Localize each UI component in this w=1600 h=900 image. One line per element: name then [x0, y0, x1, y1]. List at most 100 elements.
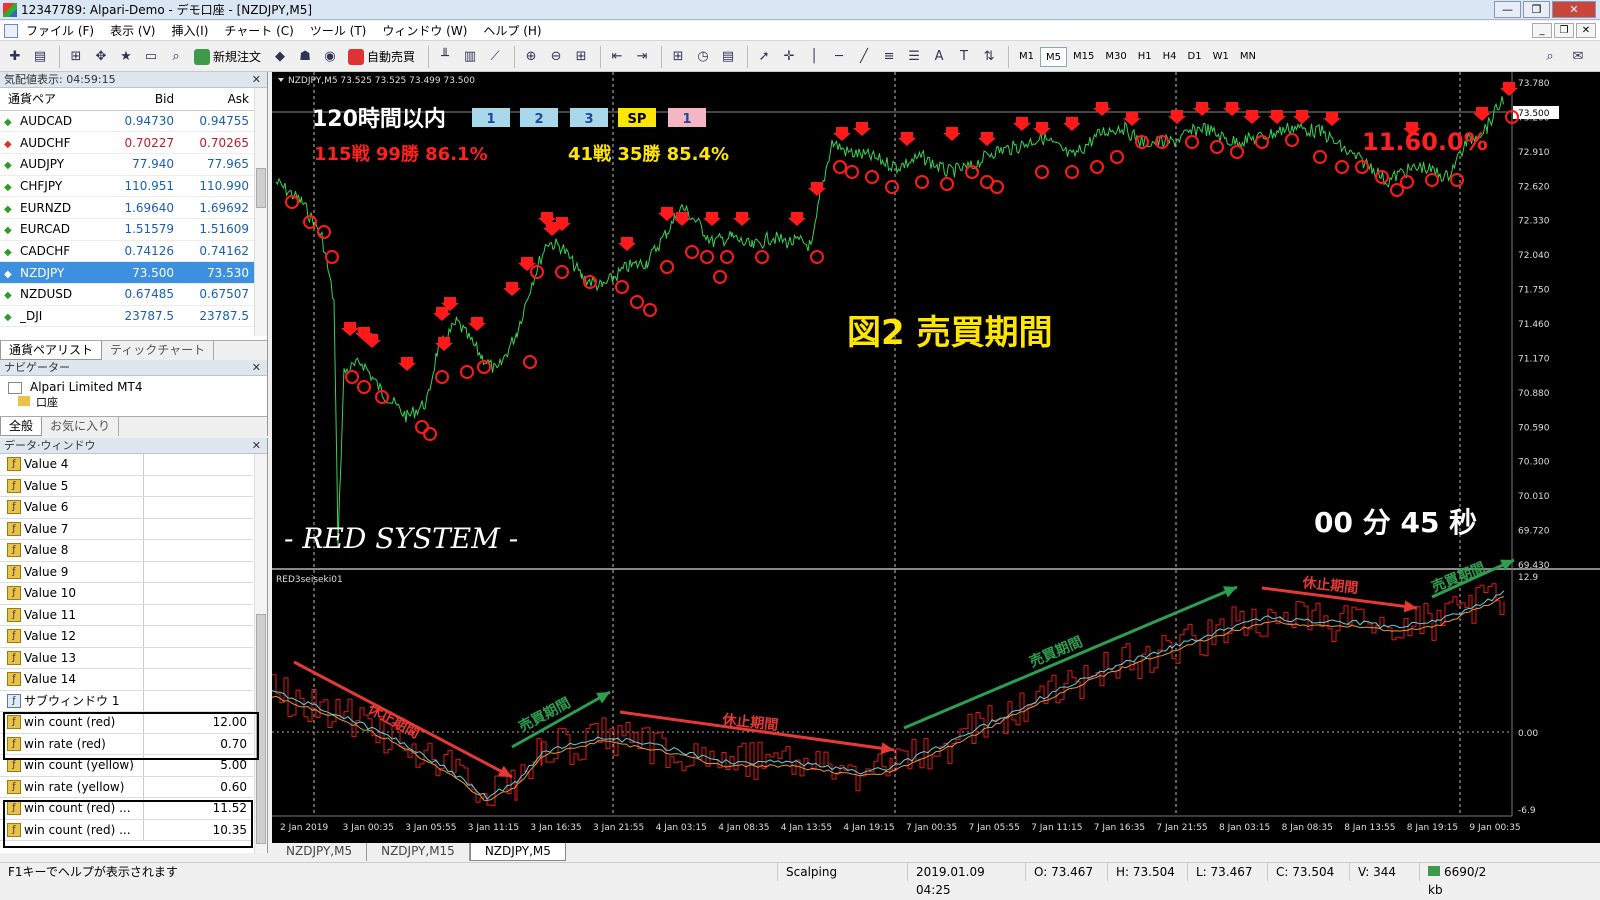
tester-icon[interactable]: ⌕: [165, 46, 187, 68]
tree-accounts[interactable]: 口座: [8, 396, 259, 408]
tf-m5[interactable]: M5: [1040, 46, 1068, 67]
new-chart-icon[interactable]: ✚: [4, 46, 26, 68]
tree-root[interactable]: Alpari Limited MT4: [8, 378, 259, 396]
signals-icon[interactable]: ☗: [294, 46, 316, 68]
sell-signal-icon: [1323, 112, 1341, 126]
col-symbol[interactable]: 通貨ペア: [0, 88, 106, 111]
close-icon[interactable]: ✕: [252, 438, 261, 453]
maximize-button[interactable]: ❐: [1523, 1, 1550, 18]
templates-icon[interactable]: ▤: [717, 46, 739, 68]
new-order-button[interactable]: 新規注文: [190, 46, 265, 68]
vertical-line-icon[interactable]: │: [803, 46, 825, 68]
fibonacci-icon[interactable]: ☰: [903, 46, 925, 68]
text-icon[interactable]: A: [928, 46, 950, 68]
data-window-scrollbar[interactable]: [254, 454, 267, 853]
menu-window[interactable]: ウィンドウ (W): [374, 22, 475, 39]
tf-m30[interactable]: M30: [1100, 47, 1131, 67]
tf-m1[interactable]: M1: [1014, 47, 1039, 67]
zoom-in-icon[interactable]: ⊕: [520, 46, 542, 68]
horizontal-line-icon[interactable]: ─: [828, 46, 850, 68]
table-row[interactable]: ◆ EURCAD 1.51579 1.51609: [0, 218, 255, 241]
terminal-icon[interactable]: ▭: [140, 46, 162, 68]
chart-window[interactable]: 73.78073.20072.91072.62072.33072.04071.7…: [272, 72, 1600, 844]
sell-signal-icon: [898, 132, 916, 146]
data-window-icon[interactable]: ✥: [90, 46, 112, 68]
tf-h4[interactable]: H4: [1158, 47, 1182, 67]
direction-icon: ◆: [4, 268, 12, 280]
close-button[interactable]: ✕: [1552, 1, 1596, 18]
bar-chart-icon[interactable]: ╨: [434, 46, 456, 68]
search-icon[interactable]: ⌕: [1539, 46, 1561, 68]
chart-shift-icon[interactable]: ⇥: [631, 46, 653, 68]
menu-tools[interactable]: ツール (T): [302, 22, 375, 39]
menu-view[interactable]: 表示 (V): [102, 22, 163, 39]
trendline-icon[interactable]: ╱: [853, 46, 875, 68]
tf-d1[interactable]: D1: [1183, 47, 1207, 67]
close-icon[interactable]: ✕: [252, 72, 261, 87]
line-chart-icon[interactable]: ⟋: [484, 46, 506, 68]
table-row[interactable]: ◆ CADCHF 0.74126 0.74162: [0, 240, 255, 263]
arrows-icon[interactable]: ⇅: [978, 46, 1000, 68]
ask-cell: 0.94755: [180, 110, 255, 133]
close-icon[interactable]: ✕: [252, 360, 261, 375]
tile-windows-icon[interactable]: ⊞: [570, 46, 592, 68]
table-row[interactable]: ◆ AUDCAD 0.94730 0.94755: [0, 110, 255, 133]
data-row: ƒ Value 5: [0, 475, 253, 497]
menu-file[interactable]: ファイル (F): [18, 22, 102, 39]
metaeditor-icon[interactable]: ◆: [269, 46, 291, 68]
navigator-icon[interactable]: ★: [115, 46, 137, 68]
col-bid[interactable]: Bid: [105, 88, 181, 111]
periods-icon[interactable]: ◷: [692, 46, 714, 68]
col-ask[interactable]: Ask: [180, 88, 255, 111]
market-watch-icon[interactable]: ⊞: [65, 46, 87, 68]
candle-chart-icon[interactable]: ▥: [459, 46, 481, 68]
buy-exit-circle: [990, 180, 1004, 194]
chart-tab-nzdjpy-m15[interactable]: NZDJPY,M15: [367, 843, 470, 861]
tab-tick-chart[interactable]: ティックチャート: [102, 341, 215, 360]
channel-icon[interactable]: ≡: [878, 46, 900, 68]
cursor-icon[interactable]: ➚: [753, 46, 775, 68]
tab-favorites[interactable]: お気に入り: [42, 417, 120, 436]
price-tick-label: 72.040: [1518, 251, 1550, 261]
vps-icon[interactable]: ◉: [319, 46, 341, 68]
table-row[interactable]: ◆ EURNZD 1.69640 1.69692: [0, 196, 255, 219]
tf-w1[interactable]: W1: [1208, 47, 1234, 67]
zoom-out-icon[interactable]: ⊖: [545, 46, 567, 68]
table-row[interactable]: ◆ _DJI 23787.5 23787.5: [0, 305, 255, 328]
tab-symbols[interactable]: 通貨ペアリスト: [0, 341, 103, 360]
label-icon[interactable]: T: [953, 46, 975, 68]
tf-m15[interactable]: M15: [1068, 47, 1099, 67]
mdi-restore-button[interactable]: ❐: [1554, 23, 1574, 38]
table-row[interactable]: ◆ AUDCHF 0.70227 0.70265: [0, 131, 255, 154]
menu-chart[interactable]: チャート (C): [216, 22, 301, 39]
figure-caption: 図2 売買期間: [847, 313, 1053, 353]
indicators-icon[interactable]: ⊞: [667, 46, 689, 68]
menu-insert[interactable]: 挿入(I): [163, 22, 216, 39]
status-profile[interactable]: Scalping: [778, 863, 908, 881]
minimize-button[interactable]: —: [1494, 1, 1521, 18]
mdi-close-button[interactable]: ✕: [1576, 23, 1596, 38]
market-watch-scrollbar[interactable]: [254, 88, 267, 336]
chart-tab-nzdjpy-m5-active[interactable]: NZDJPY,M5: [469, 843, 566, 861]
auto-trade-button[interactable]: 自動売買: [344, 46, 419, 68]
tab-general[interactable]: 全般: [0, 417, 43, 436]
chat-icon[interactable]: ✉: [1567, 46, 1589, 68]
direction-icon: ◆: [4, 225, 12, 237]
auto-scroll-icon[interactable]: ⇤: [606, 46, 628, 68]
table-row[interactable]: ◆ CHFJPY 110.951 110.990: [0, 175, 255, 198]
mdi-minimize-button[interactable]: _: [1532, 23, 1552, 38]
menu-help[interactable]: ヘルプ (H): [475, 22, 549, 39]
countdown-timer: 00 分 45 秒: [1314, 506, 1477, 539]
table-row[interactable]: ◆ NZDUSD 0.67485 0.67507: [0, 283, 255, 306]
sell-signal-icon: [703, 212, 721, 226]
profiles-icon[interactable]: ▤: [29, 46, 51, 68]
time-tick-label: 8 Jan 03:15: [1219, 823, 1270, 833]
tf-h1[interactable]: H1: [1133, 47, 1157, 67]
tf-mn[interactable]: MN: [1235, 47, 1261, 67]
crosshair-icon[interactable]: ✛: [778, 46, 800, 68]
chart-canvas[interactable]: 73.78073.20072.91072.62072.33072.04071.7…: [272, 72, 1600, 844]
table-row[interactable]: ◆ AUDJPY 77.940 77.965: [0, 153, 255, 176]
chart-tab-nzdjpy-m5[interactable]: NZDJPY,M5: [272, 843, 368, 861]
document-icon: [4, 23, 18, 38]
table-row[interactable]: ◆ NZDJPY 73.500 73.530: [0, 261, 255, 284]
